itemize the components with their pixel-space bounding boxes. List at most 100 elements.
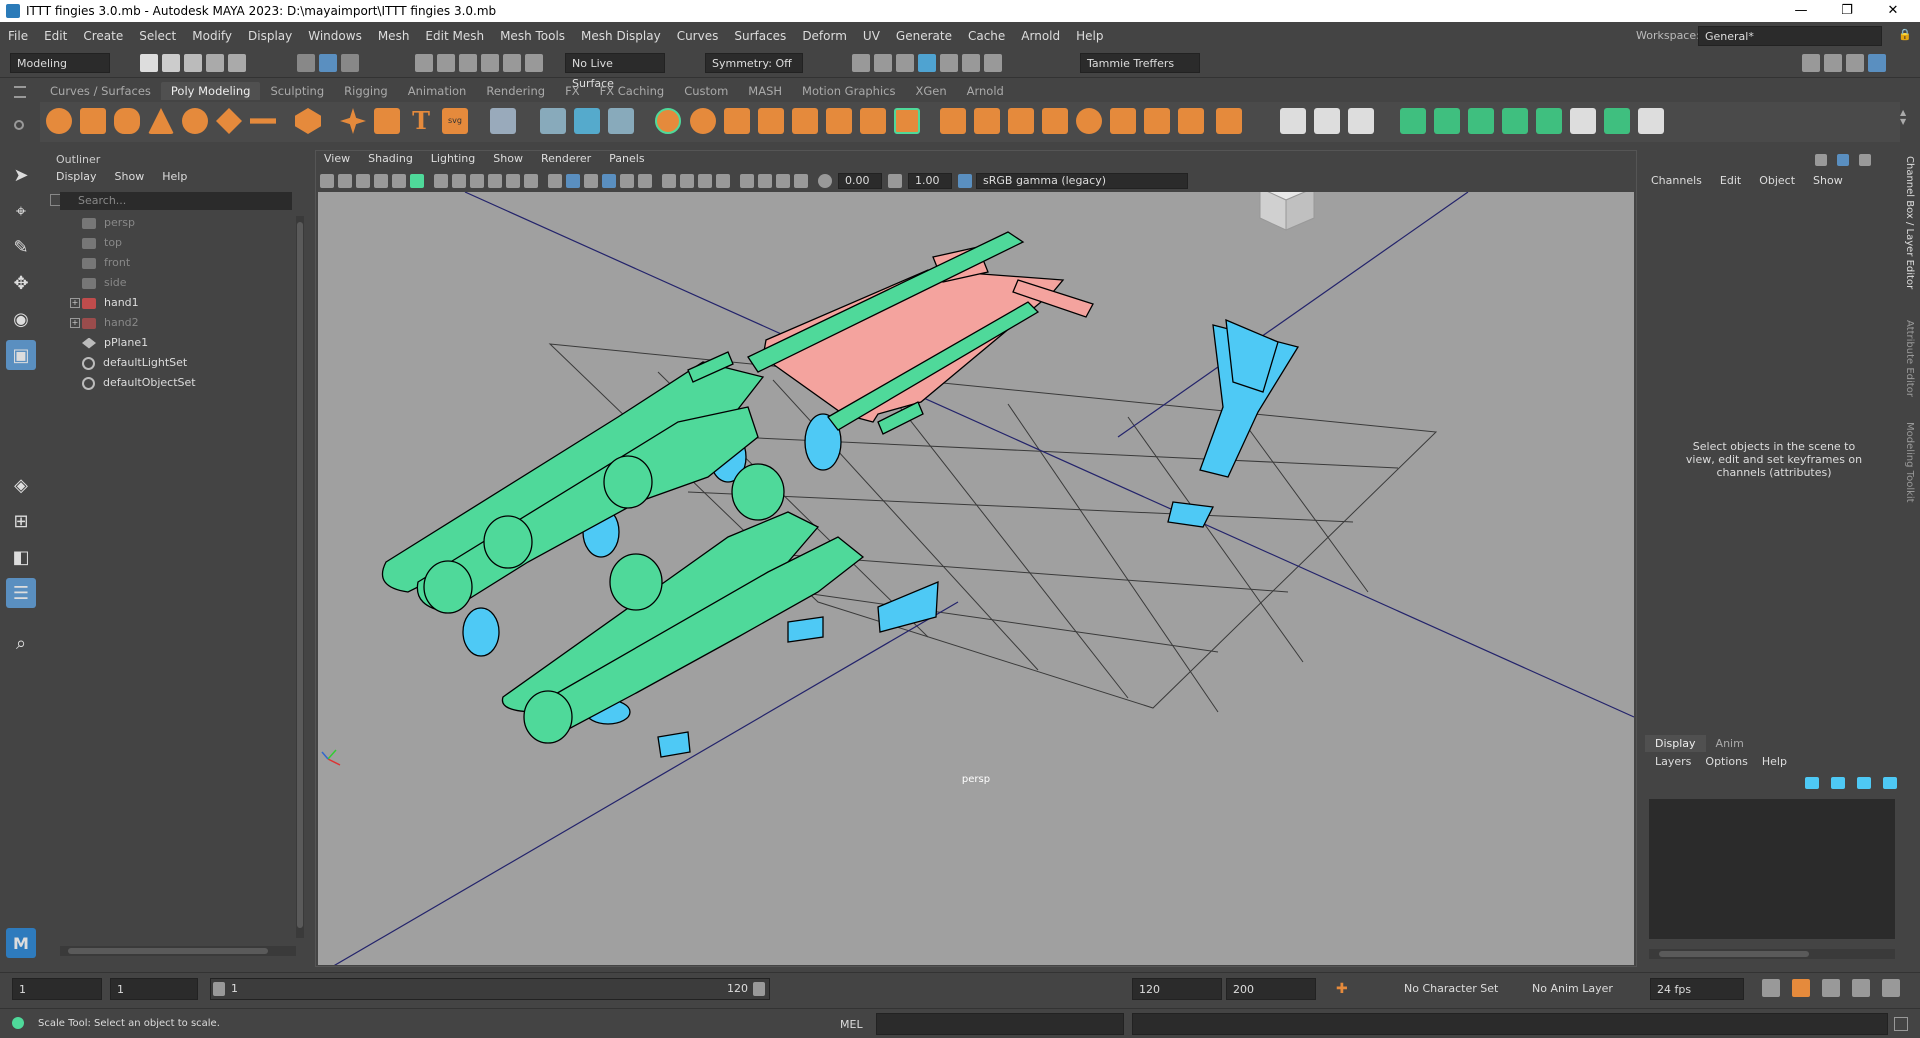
character-set-dropdown[interactable]: No Character Set	[1398, 978, 1524, 1000]
xray-icon[interactable]	[758, 174, 772, 188]
exposure-field[interactable]: 0.00	[838, 173, 882, 189]
outliner-item-top[interactable]: top	[82, 234, 122, 252]
live-surface-field[interactable]: No Live Surface	[565, 53, 665, 90]
poke-icon[interactable]	[1110, 108, 1136, 134]
sweep-mesh-icon[interactable]	[374, 108, 400, 134]
snap-curve-icon[interactable]	[437, 54, 455, 72]
channel-menu-show[interactable]: Show	[1813, 174, 1843, 187]
lasso-tool-icon[interactable]: ⌖	[6, 196, 36, 226]
cut-uv-icon[interactable]	[1638, 108, 1664, 134]
workspace-dropdown[interactable]: General*	[1698, 26, 1882, 46]
max-time-field[interactable]: 200	[1226, 978, 1316, 1000]
side-tab-channel-box[interactable]: Channel Box / Layer Editor	[1904, 156, 1915, 289]
poly-torus-icon[interactable]	[182, 108, 208, 134]
ipr-render-icon[interactable]	[874, 54, 892, 72]
channel-box-icon[interactable]	[1868, 54, 1886, 72]
outliner-menu-display[interactable]: Display	[56, 170, 97, 183]
gamma-field[interactable]: 1.00	[908, 173, 952, 189]
menu-display[interactable]: Display	[240, 29, 300, 43]
snap-point-icon[interactable]	[459, 54, 477, 72]
render-view-icon[interactable]	[940, 54, 958, 72]
snap-grid-icon[interactable]	[415, 54, 433, 72]
snap-vertex-icon[interactable]	[525, 54, 543, 72]
audio-icon[interactable]	[1822, 979, 1840, 997]
snap-surface-icon[interactable]	[503, 54, 521, 72]
type-tool-icon[interactable]: T	[408, 108, 434, 134]
poly-cube-icon[interactable]	[80, 108, 106, 134]
current-time-field[interactable]: 1	[110, 978, 198, 1000]
wireframe-on-shaded-icon[interactable]	[584, 174, 598, 188]
viewport-menu-renderer[interactable]: Renderer	[532, 152, 600, 170]
fps-dropdown[interactable]: 24 fps	[1650, 978, 1744, 1000]
center-pivot-icon[interactable]	[574, 108, 600, 134]
outliner-search-input[interactable]: Search...	[60, 192, 292, 210]
modeling-toolkit-icon[interactable]	[1802, 54, 1820, 72]
separate-icon[interactable]	[690, 108, 716, 134]
svg-tool-icon[interactable]: svg	[442, 108, 468, 134]
append-polygon-icon[interactable]	[1008, 108, 1034, 134]
viewport-menu-panels[interactable]: Panels	[600, 152, 653, 170]
outliner-item-defaultobjectset[interactable]: defaultObjectSet	[82, 374, 196, 392]
poly-plane-icon[interactable]	[216, 108, 242, 134]
channel-menu-edit[interactable]: Edit	[1720, 174, 1741, 187]
bevel-icon[interactable]	[940, 108, 966, 134]
field-chart-icon[interactable]	[506, 174, 520, 188]
range-end-handle[interactable]	[753, 982, 765, 996]
menu-modify[interactable]: Modify	[184, 29, 240, 43]
range-start-handle[interactable]	[213, 982, 225, 996]
smooth-shade-icon[interactable]	[566, 174, 580, 188]
freeze-transforms-icon[interactable]	[608, 108, 634, 134]
layer-scrollbar[interactable]	[1649, 949, 1895, 959]
shelf-tab-rigging[interactable]: Rigging	[334, 82, 398, 100]
wedge-icon[interactable]	[1144, 108, 1170, 134]
attribute-editor-icon[interactable]	[1824, 54, 1842, 72]
snap-view-icon[interactable]	[481, 54, 499, 72]
channel-box-sync-icon[interactable]	[1815, 154, 1827, 166]
layer-menu-help[interactable]: Help	[1762, 755, 1787, 768]
smooth-icon[interactable]	[724, 108, 750, 134]
use-all-lights-icon[interactable]	[620, 174, 634, 188]
remesh-icon[interactable]	[792, 108, 818, 134]
shelf-tab-rendering[interactable]: Rendering	[476, 82, 555, 100]
expand-hand2-icon[interactable]: +	[70, 318, 80, 328]
motion-blur-icon[interactable]	[680, 174, 694, 188]
resolution-gate-icon[interactable]	[470, 174, 484, 188]
tool-settings-icon[interactable]	[1846, 54, 1864, 72]
collapse-icon[interactable]	[1178, 108, 1204, 134]
outliner-layout-icon[interactable]: ☰	[6, 578, 36, 608]
textured-icon[interactable]	[602, 174, 616, 188]
film-gate-icon[interactable]	[452, 174, 466, 188]
triangulate-icon[interactable]	[1042, 108, 1068, 134]
camera-attributes-icon[interactable]	[338, 174, 352, 188]
extrude-icon[interactable]	[860, 108, 886, 134]
new-scene-icon[interactable]	[140, 54, 158, 72]
grease-pencil-icon[interactable]	[410, 174, 424, 188]
user-account-dropdown[interactable]: Tammie Treffers	[1080, 53, 1200, 73]
paint-select-tool-icon[interactable]: ✎	[6, 232, 36, 262]
shelf-tab-poly-modeling[interactable]: Poly Modeling	[160, 82, 261, 100]
move-layer-down-icon[interactable]	[1831, 777, 1845, 789]
mel-command-input[interactable]	[876, 1013, 1124, 1035]
start-time-field[interactable]: 1	[12, 978, 102, 1000]
menu-edit-mesh[interactable]: Edit Mesh	[417, 29, 492, 43]
outliner-item-persp[interactable]: persp	[82, 214, 135, 232]
select-object-icon[interactable]	[319, 54, 337, 72]
backface-culling-icon[interactable]	[794, 174, 808, 188]
checker-icon[interactable]	[1570, 108, 1596, 134]
outliner-item-hand2[interactable]: hand2	[82, 314, 139, 332]
poly-cone-icon[interactable]	[148, 108, 174, 134]
side-tab-attribute-editor[interactable]: Attribute Editor	[1904, 320, 1915, 397]
script-editor-icon[interactable]	[1894, 1017, 1908, 1031]
menu-edit[interactable]: Edit	[36, 29, 75, 43]
poly-count-icon[interactable]	[490, 108, 516, 134]
maya-home-icon[interactable]: M	[6, 928, 36, 958]
fill-hole-icon[interactable]	[974, 108, 1000, 134]
pause-icon[interactable]	[984, 54, 1002, 72]
menu-windows[interactable]: Windows	[300, 29, 370, 43]
select-tool-icon[interactable]: ➤	[6, 160, 36, 190]
search-tool-icon[interactable]: ⌕	[6, 628, 36, 658]
poly-sphere-icon[interactable]	[46, 108, 72, 134]
mel-label[interactable]: MEL	[840, 1018, 863, 1031]
side-tab-modeling-toolkit[interactable]: Modeling Toolkit	[1904, 422, 1915, 503]
channel-box-layer-icon[interactable]	[1859, 154, 1871, 166]
